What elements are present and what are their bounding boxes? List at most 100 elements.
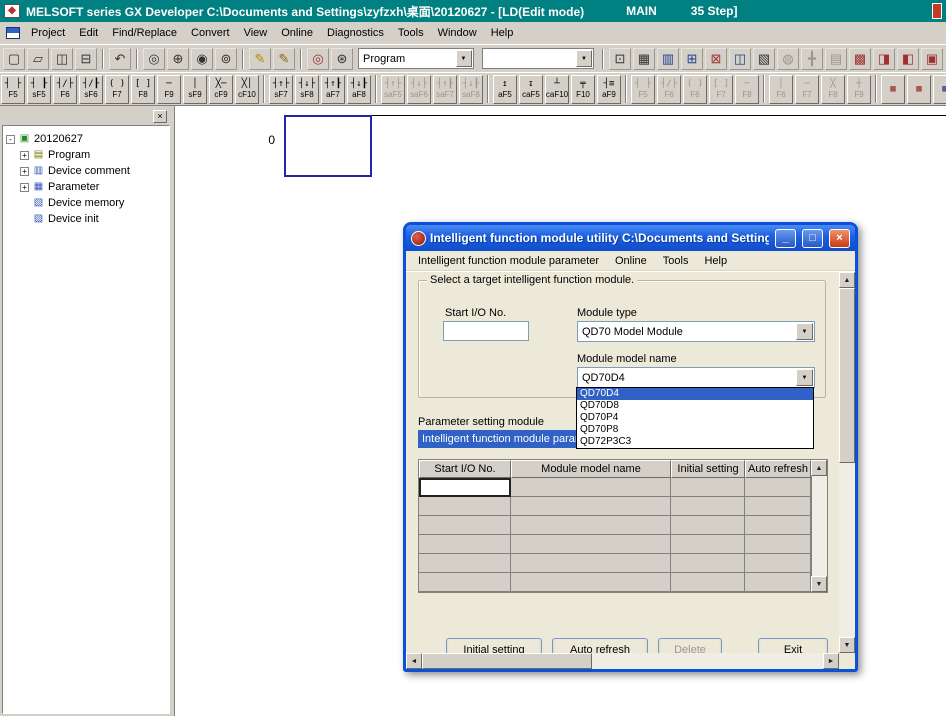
tree-root-item[interactable]: - ▣ 20120627 bbox=[6, 131, 166, 147]
table-cell[interactable] bbox=[671, 497, 745, 516]
disconnect-line-button[interactable]: ┼F9 bbox=[847, 75, 871, 104]
falling-pulse-branch-button[interactable]: ┤↓┠aF8 bbox=[347, 75, 371, 104]
dropdown-option[interactable]: QD72P3C3 bbox=[577, 436, 813, 448]
menu-item[interactable]: Tools bbox=[391, 24, 431, 42]
table-cell[interactable] bbox=[745, 554, 811, 573]
scroll-down-icon[interactable]: ▼ bbox=[811, 576, 827, 592]
close-button[interactable]: × bbox=[829, 229, 850, 248]
tree-item[interactable]: ▧ Device memory bbox=[6, 195, 166, 211]
table-cell[interactable] bbox=[511, 573, 671, 592]
undo-icon[interactable]: ↶ bbox=[109, 48, 131, 70]
device-search-icon[interactable]: ◎ bbox=[307, 48, 329, 70]
table-header-cell[interactable]: Initial setting bbox=[671, 460, 745, 478]
copy-program-icon[interactable]: ⊡ bbox=[609, 48, 631, 70]
table-row[interactable] bbox=[419, 497, 827, 516]
table-cell[interactable] bbox=[419, 554, 511, 573]
data-name-combo[interactable]: ▼ bbox=[482, 48, 595, 69]
search-icon[interactable]: ◎ bbox=[143, 48, 165, 70]
delete-vertical-line-button[interactable]: ╳│cF10 bbox=[235, 75, 259, 104]
horizontal-line-button[interactable]: ─F9 bbox=[157, 75, 181, 104]
menu-item[interactable]: Edit bbox=[72, 24, 105, 42]
zoom-in-icon[interactable]: ⊕ bbox=[167, 48, 189, 70]
dialog-horizontal-scrollbar[interactable]: ◄ ► bbox=[406, 653, 839, 669]
rising-pulse-branch-button[interactable]: ┤↑┠aF7 bbox=[321, 75, 345, 104]
maximize-button[interactable]: □ bbox=[802, 229, 823, 248]
table-cell[interactable] bbox=[745, 573, 811, 592]
table-cell[interactable] bbox=[511, 478, 671, 497]
rising-close-branch-button[interactable]: ┤↑┠saF7 bbox=[433, 75, 457, 104]
table-cell[interactable] bbox=[419, 516, 511, 535]
zoom-mode-icon[interactable]: ⊚ bbox=[215, 48, 237, 70]
network-diagnostics-icon[interactable]: ◧ bbox=[897, 48, 919, 70]
scroll-down-icon[interactable]: ▼ bbox=[839, 637, 855, 653]
table-cell[interactable] bbox=[671, 535, 745, 554]
menu-item[interactable]: Diagnostics bbox=[320, 24, 391, 42]
monitor-start-button[interactable]: ▦ bbox=[881, 75, 905, 104]
menu-item[interactable]: Project bbox=[24, 24, 72, 42]
rising-pulse-button[interactable]: ┤↑├sF7 bbox=[269, 75, 293, 104]
insert-line-button[interactable]: ╤F10 bbox=[571, 75, 595, 104]
transfer-setup-icon[interactable]: ▤ bbox=[825, 48, 847, 70]
chevron-down-icon[interactable]: ▼ bbox=[456, 50, 472, 67]
ladder-list-icon[interactable]: ▦ bbox=[633, 48, 655, 70]
menu-item[interactable]: Help bbox=[484, 24, 521, 42]
scroll-right-icon[interactable]: ► bbox=[823, 653, 839, 669]
closed-branch-button[interactable]: ┤/┠sF6 bbox=[79, 75, 103, 104]
table-cell[interactable] bbox=[671, 554, 745, 573]
monitor-stop-button[interactable]: ▦ bbox=[907, 75, 931, 104]
collapse-box-icon[interactable]: - bbox=[6, 135, 15, 144]
entry-monitor-icon[interactable]: ◫ bbox=[729, 48, 751, 70]
edit-data-button[interactable]: ┤≡aF9 bbox=[597, 75, 621, 104]
table-header-cell[interactable]: Module model name bbox=[511, 460, 671, 478]
table-row[interactable] bbox=[419, 554, 827, 573]
invert-operation-button[interactable]: ↥aF5 bbox=[493, 75, 517, 104]
delete-horizontal-line-button[interactable]: ╳─cF9 bbox=[209, 75, 233, 104]
table-cell[interactable] bbox=[745, 497, 811, 516]
cross-reference-icon[interactable]: ⊞ bbox=[681, 48, 703, 70]
scrollbar-thumb[interactable] bbox=[422, 653, 592, 669]
window-close-button[interactable] bbox=[932, 3, 942, 19]
open-project-icon[interactable]: ▱ bbox=[27, 48, 49, 70]
table-row[interactable] bbox=[419, 535, 827, 554]
dialog-menu-item[interactable]: Help bbox=[696, 253, 735, 269]
tree-item[interactable]: ▨ Device init bbox=[6, 211, 166, 227]
tree-item[interactable]: + ▦ Parameter bbox=[6, 179, 166, 195]
expand-box-icon[interactable]: + bbox=[20, 151, 29, 160]
minimize-button[interactable]: _ bbox=[775, 229, 796, 248]
instruction-search-icon[interactable]: ⊛ bbox=[331, 48, 353, 70]
module-type-combo[interactable]: QD70 Model Module ▼ bbox=[577, 321, 815, 342]
monitor-write-button[interactable]: ▦ bbox=[933, 75, 946, 104]
falling-pulse-button[interactable]: ┤↓├sF8 bbox=[295, 75, 319, 104]
menu-item[interactable]: Convert bbox=[184, 24, 237, 42]
table-cell[interactable] bbox=[419, 478, 511, 497]
buffer-monitor-icon[interactable]: ▧ bbox=[753, 48, 775, 70]
dialog-menu-item[interactable]: Intelligent function module parameter bbox=[410, 253, 607, 269]
monitor-mode-icon[interactable]: ◉ bbox=[191, 48, 213, 70]
table-cell[interactable] bbox=[511, 554, 671, 573]
remote-operation-icon[interactable]: ▩ bbox=[849, 48, 871, 70]
table-header-cell[interactable]: Start I/O No. bbox=[419, 460, 511, 478]
falling-pulse-close-button[interactable]: ┤↓├saF6 bbox=[407, 75, 431, 104]
program-type-combo[interactable]: Program ▼ bbox=[358, 48, 474, 69]
tree-item[interactable]: + ▤ Program bbox=[6, 147, 166, 163]
table-cell[interactable] bbox=[671, 573, 745, 592]
table-row[interactable] bbox=[419, 478, 827, 497]
new-project-icon[interactable]: ▢ bbox=[3, 48, 25, 70]
table-cell[interactable] bbox=[419, 497, 511, 516]
ladder-cursor[interactable] bbox=[284, 115, 372, 177]
dropdown-option[interactable]: QD70D8 bbox=[577, 400, 813, 412]
table-row[interactable] bbox=[419, 516, 827, 535]
print-icon[interactable]: ⊟ bbox=[75, 48, 97, 70]
dropdown-option[interactable]: QD70P8 bbox=[577, 424, 813, 436]
device-list-icon[interactable]: ▥ bbox=[657, 48, 679, 70]
close-icon[interactable]: × bbox=[153, 110, 167, 123]
rung-down-button[interactable]: ─F7 bbox=[795, 75, 819, 104]
dropdown-option[interactable]: QD70D4 bbox=[577, 388, 813, 400]
scroll-up-icon[interactable]: ▲ bbox=[839, 272, 855, 288]
table-cell[interactable] bbox=[745, 478, 811, 497]
table-header-cell[interactable]: Auto refresh bbox=[745, 460, 811, 478]
device-comment-button[interactable]: ─F8 bbox=[735, 75, 759, 104]
module-model-combo[interactable]: QD70D4 ▼ bbox=[577, 367, 815, 388]
application-instruction-button[interactable]: [ ]F8 bbox=[131, 75, 155, 104]
table-cell[interactable] bbox=[511, 516, 671, 535]
